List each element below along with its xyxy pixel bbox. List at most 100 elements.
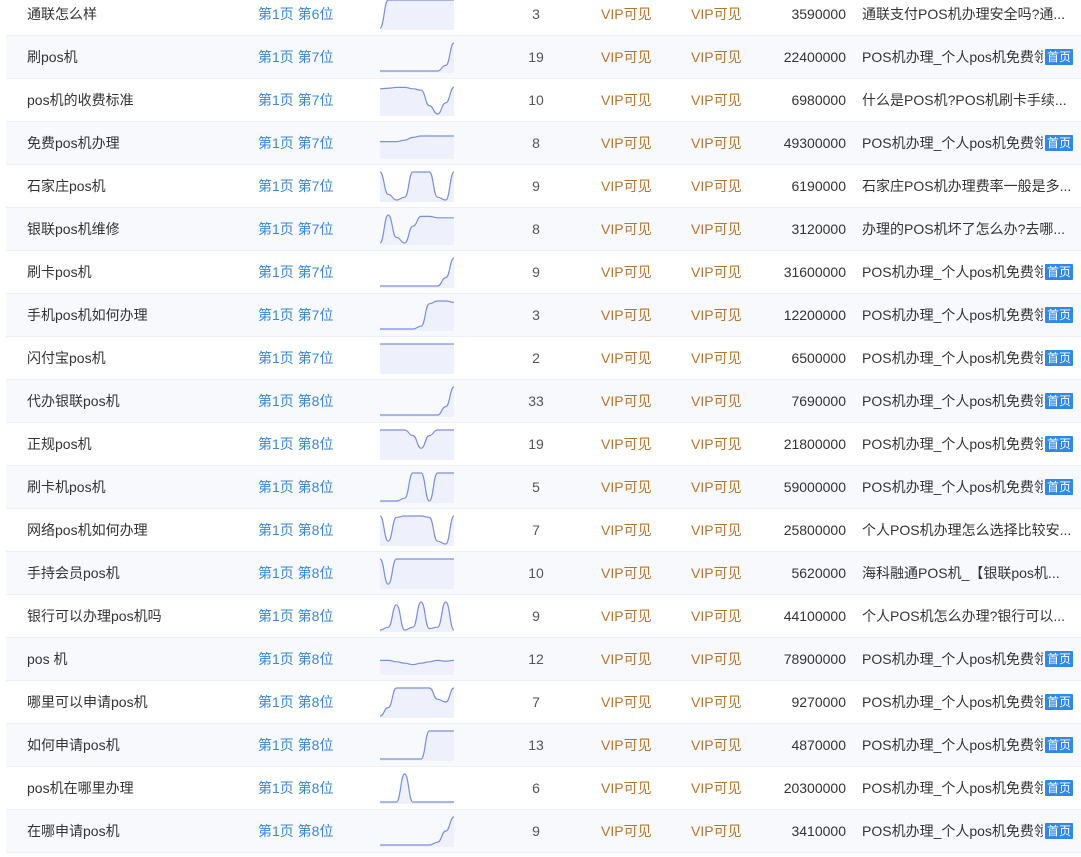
vip-locked-value[interactable]: VIP可见 <box>691 509 751 552</box>
page-title-cell[interactable]: POS机办理_个人pos机免费领 首页 <box>862 681 1073 724</box>
vip-locked-value[interactable]: VIP可见 <box>601 595 661 638</box>
rank-link[interactable]: 第1页 第7位 <box>258 79 368 122</box>
vip-locked-value[interactable]: VIP可见 <box>601 767 661 810</box>
rank-link[interactable]: 第1页 第7位 <box>258 36 368 79</box>
vip-locked-value[interactable]: VIP可见 <box>691 208 751 251</box>
vip-locked-value[interactable]: VIP可见 <box>601 509 661 552</box>
page-title-text[interactable]: POS机办理_个人pos机免费领 <box>862 36 1043 79</box>
rank-link[interactable]: 第1页 第7位 <box>258 337 368 380</box>
page-title-cell[interactable]: POS机办理_个人pos机免费领 首页 <box>862 294 1073 337</box>
vip-locked-value[interactable]: VIP可见 <box>601 337 661 380</box>
page-title-cell[interactable]: 什么是POS机?POS机刷卡手续... <box>862 79 1073 122</box>
vip-locked-value[interactable]: VIP可见 <box>601 122 661 165</box>
vip-locked-value[interactable]: VIP可见 <box>691 767 751 810</box>
page-title-cell[interactable]: 个人POS机办理怎么选择比较安... <box>862 509 1073 552</box>
vip-locked-value[interactable]: VIP可见 <box>691 595 751 638</box>
rank-link[interactable]: 第1页 第8位 <box>258 810 368 853</box>
vip-locked-value[interactable]: VIP可见 <box>601 638 661 681</box>
page-title-text[interactable]: POS机办理_个人pos机免费领 <box>862 767 1043 810</box>
vip-locked-value[interactable]: VIP可见 <box>691 165 751 208</box>
rank-link[interactable]: 第1页 第7位 <box>258 165 368 208</box>
page-title-cell[interactable]: 海科融通POS机_【银联pos机... <box>862 552 1073 595</box>
page-title-text[interactable]: POS机办理_个人pos机免费领 <box>862 638 1043 681</box>
vip-locked-value[interactable]: VIP可见 <box>601 0 661 36</box>
page-title-text[interactable]: POS机办理_个人pos机免费领 <box>862 724 1043 767</box>
vip-locked-value[interactable]: VIP可见 <box>601 423 661 466</box>
page-title-text[interactable]: 通联支付POS机办理安全吗?通... <box>862 0 1065 36</box>
rank-link[interactable]: 第1页 第8位 <box>258 767 368 810</box>
page-title-text[interactable]: POS机办理_个人pos机免费领 <box>862 466 1043 509</box>
rank-link[interactable]: 第1页 第7位 <box>258 208 368 251</box>
vip-locked-value[interactable]: VIP可见 <box>691 251 751 294</box>
vip-locked-value[interactable]: VIP可见 <box>601 810 661 853</box>
page-title-text[interactable]: POS机办理_个人pos机免费领 <box>862 337 1043 380</box>
vip-locked-value[interactable]: VIP可见 <box>691 79 751 122</box>
vip-locked-value[interactable]: VIP可见 <box>601 466 661 509</box>
page-title-text[interactable]: 办理的POS机坏了怎么办?去哪... <box>862 208 1065 251</box>
vip-locked-value[interactable]: VIP可见 <box>691 122 751 165</box>
vip-locked-value[interactable]: VIP可见 <box>691 810 751 853</box>
page-title-cell[interactable]: POS机办理_个人pos机免费领 首页 <box>862 337 1073 380</box>
page-title-text[interactable]: 个人POS机怎么办理?银行可以... <box>862 595 1065 638</box>
vip-locked-value[interactable]: VIP可见 <box>691 638 751 681</box>
page-title-text[interactable]: POS机办理_个人pos机免费领 <box>862 251 1043 294</box>
page-title-cell[interactable]: POS机办理_个人pos机免费领 首页 <box>862 251 1073 294</box>
page-title-cell[interactable]: POS机办理_个人pos机免费领 首页 <box>862 466 1073 509</box>
page-title-cell[interactable]: POS机办理_个人pos机免费领 首页 <box>862 638 1073 681</box>
page-title-cell[interactable]: 个人POS机怎么办理?银行可以... <box>862 595 1073 638</box>
rank-link[interactable]: 第1页 第8位 <box>258 595 368 638</box>
page-title-cell[interactable]: 办理的POS机坏了怎么办?去哪... <box>862 208 1073 251</box>
page-title-text[interactable]: 石家庄POS机办理费率一般是多... <box>862 165 1071 208</box>
page-title-cell[interactable]: POS机办理_个人pos机免费领 首页 <box>862 423 1073 466</box>
vip-locked-value[interactable]: VIP可见 <box>601 251 661 294</box>
rank-link[interactable]: 第1页 第7位 <box>258 251 368 294</box>
vip-locked-value[interactable]: VIP可见 <box>691 36 751 79</box>
vip-locked-value[interactable]: VIP可见 <box>691 681 751 724</box>
vip-locked-value[interactable]: VIP可见 <box>601 165 661 208</box>
vip-locked-value[interactable]: VIP可见 <box>691 380 751 423</box>
vip-locked-value[interactable]: VIP可见 <box>691 466 751 509</box>
page-title-cell[interactable]: POS机办理_个人pos机免费领 首页 <box>862 122 1073 165</box>
page-title-text[interactable]: POS机办理_个人pos机免费领 <box>862 681 1043 724</box>
rank-link[interactable]: 第1页 第8位 <box>258 423 368 466</box>
rank-link[interactable]: 第1页 第8位 <box>258 681 368 724</box>
page-title-cell[interactable]: POS机办理_个人pos机免费领 首页 <box>862 810 1073 853</box>
vip-locked-value[interactable]: VIP可见 <box>691 294 751 337</box>
page-title-cell[interactable]: POS机办理_个人pos机免费领 首页 <box>862 767 1073 810</box>
page-title-cell[interactable]: POS机办理_个人pos机免费领 首页 <box>862 36 1073 79</box>
rank-link[interactable]: 第1页 第8位 <box>258 638 368 681</box>
vip-locked-value[interactable]: VIP可见 <box>601 724 661 767</box>
page-title-text[interactable]: POS机办理_个人pos机免费领 <box>862 810 1043 853</box>
rank-link[interactable]: 第1页 第8位 <box>258 509 368 552</box>
vip-locked-value[interactable]: VIP可见 <box>601 36 661 79</box>
vip-locked-value[interactable]: VIP可见 <box>601 681 661 724</box>
rank-link[interactable]: 第1页 第8位 <box>258 724 368 767</box>
rank-link[interactable]: 第1页 第8位 <box>258 466 368 509</box>
vip-locked-value[interactable]: VIP可见 <box>691 0 751 36</box>
vip-locked-value[interactable]: VIP可见 <box>691 423 751 466</box>
vip-locked-value[interactable]: VIP可见 <box>601 79 661 122</box>
vip-locked-value[interactable]: VIP可见 <box>691 552 751 595</box>
page-title-cell[interactable]: 通联支付POS机办理安全吗?通... <box>862 0 1073 36</box>
vip-locked-value[interactable]: VIP可见 <box>601 552 661 595</box>
vip-locked-value[interactable]: VIP可见 <box>601 380 661 423</box>
page-title-text[interactable]: 海科融通POS机_【银联pos机... <box>862 552 1060 595</box>
vip-locked-value[interactable]: VIP可见 <box>601 208 661 251</box>
page-title-cell[interactable]: 石家庄POS机办理费率一般是多... <box>862 165 1073 208</box>
page-title-text[interactable]: POS机办理_个人pos机免费领 <box>862 122 1043 165</box>
vip-locked-value[interactable]: VIP可见 <box>691 724 751 767</box>
page-title-text[interactable]: POS机办理_个人pos机免费领 <box>862 294 1043 337</box>
rank-link[interactable]: 第1页 第7位 <box>258 294 368 337</box>
vip-locked-value[interactable]: VIP可见 <box>691 337 751 380</box>
page-title-text[interactable]: 个人POS机办理怎么选择比较安... <box>862 509 1071 552</box>
rank-link[interactable]: 第1页 第8位 <box>258 380 368 423</box>
rank-link[interactable]: 第1页 第7位 <box>258 122 368 165</box>
page-title-text[interactable]: 什么是POS机?POS机刷卡手续... <box>862 79 1067 122</box>
page-title-cell[interactable]: POS机办理_个人pos机免费领 首页 <box>862 724 1073 767</box>
page-title-text[interactable]: POS机办理_个人pos机免费领 <box>862 380 1043 423</box>
page-title-cell[interactable]: POS机办理_个人pos机免费领 首页 <box>862 380 1073 423</box>
vip-locked-value[interactable]: VIP可见 <box>601 294 661 337</box>
rank-link[interactable]: 第1页 第8位 <box>258 552 368 595</box>
page-title-text[interactable]: POS机办理_个人pos机免费领 <box>862 423 1043 466</box>
rank-link[interactable]: 第1页 第6位 <box>258 0 368 36</box>
